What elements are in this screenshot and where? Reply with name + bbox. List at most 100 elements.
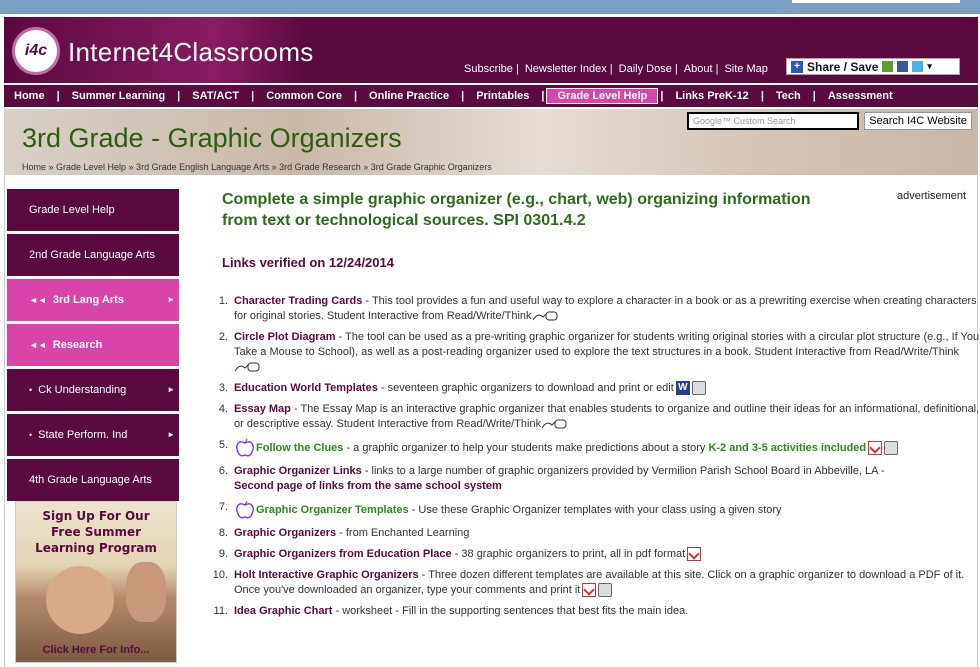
sidebar-item-4th-grade-language-arts[interactable]: 4th Grade Language Arts — [7, 459, 179, 501]
nav-separator: | — [760, 90, 764, 102]
word-document-icon[interactable]: W — [675, 381, 690, 396]
list-number: 3. — [218, 382, 228, 394]
sidebar-item-state-perform-ind[interactable]: • State Perform. Ind ► — [7, 414, 179, 456]
resource-description: - seventeen graphic organizers to downlo… — [377, 382, 674, 394]
list-number: 7. — [218, 501, 228, 513]
toplink-daily-dose[interactable]: Daily Dose | — [619, 63, 678, 75]
nav-tech[interactable]: Tech — [766, 90, 811, 102]
nav-sat-act[interactable]: SAT/ACT — [182, 90, 249, 102]
print-icon[interactable] — [598, 583, 613, 598]
list-item: 10. Holt Interactive Graphic Organizers -… — [210, 568, 980, 598]
share-icon-1 — [882, 61, 894, 72]
search-button[interactable]: Search I4C Website — [864, 112, 972, 130]
resource-description: - worksheet - Fill in the supporting sen… — [332, 605, 689, 617]
print-icon[interactable] — [884, 441, 899, 455]
chevron-right-icon: ► — [167, 295, 175, 304]
resource-description: - 38 graphic organizers to print, all in… — [451, 548, 686, 560]
toplink-subscribe[interactable]: Subscribe | — [464, 63, 519, 75]
toplink-about[interactable]: About | — [684, 63, 719, 75]
resource-link-graphic-organizer-links[interactable]: Graphic Organizer Links — [234, 465, 362, 477]
list-number: 2. — [218, 331, 228, 343]
sidebar-item-ck-understanding[interactable]: • Ck Understanding ► — [7, 369, 179, 411]
list-item: 8. Graphic Organizers - from Enchanted Le… — [210, 526, 980, 541]
nav-separator: | — [812, 90, 816, 102]
sidebar-item-research[interactable]: ◄◄ Research — [7, 324, 179, 366]
sidebar: Grade Level Help 2nd Grade Language Arts ◄… — [7, 189, 179, 504]
resource-link-education-world-templates[interactable]: Education World Templates — [234, 382, 378, 394]
sidebar-bullet-icon: • — [29, 430, 33, 440]
resource-link-follow-the-clues[interactable]: Follow the Clues — [256, 442, 343, 454]
chevron-right-icon: ► — [167, 385, 175, 394]
title-grade: 3rd Grade — [22, 123, 144, 153]
toplink-newsletter-index[interactable]: Newsletter Index | — [525, 63, 613, 75]
pdf-icon[interactable] — [582, 583, 597, 598]
second-page-link[interactable]: Second page of links from the same schoo… — [234, 480, 502, 492]
nav-online-practice[interactable]: Online Practice — [359, 90, 459, 102]
resource-description: - a graphic organizer to help your stude… — [343, 441, 709, 454]
sidebar-bullet-icon: • — [29, 385, 33, 395]
sidebar-item-3rd-lang-arts[interactable]: ◄◄ 3rd Lang Arts ► — [7, 279, 179, 321]
facebook-icon — [897, 61, 909, 72]
list-item: 1. Character Trading Cards - This tool pr… — [210, 294, 980, 324]
sidebar-item-2nd-grade-language-arts[interactable]: 2nd Grade Language Arts — [7, 234, 179, 276]
print-icon[interactable] — [691, 381, 706, 396]
list-number: 11. — [213, 605, 228, 617]
resource-link-graphic-organizer-templates[interactable]: Graphic Organizer Templates — [256, 504, 409, 516]
nav-assessment[interactable]: Assessment — [818, 90, 903, 102]
sidebar-item-grade-level-help[interactable]: Grade Level Help — [7, 189, 179, 231]
list-item: 5. Follow the Clues - a graphic organizer… — [210, 438, 980, 458]
resource-link-character-trading-cards[interactable]: Character Trading Cards — [234, 295, 362, 307]
nav-separator: | — [541, 90, 545, 102]
promo-photo — [46, 566, 114, 634]
sidebar-item-label: Grade Level Help — [29, 204, 115, 216]
site-logo[interactable]: i4c Internet4Classrooms — [4, 17, 313, 83]
pdf-icon[interactable] — [687, 547, 702, 562]
nav-grade-level-help[interactable]: Grade Level Help — [546, 88, 659, 104]
nav-separator: | — [177, 90, 181, 102]
list-item: 6. Graphic Organizer Links - links to a l… — [210, 464, 980, 494]
sidebar-item-label: 2nd Grade Language Arts — [29, 249, 155, 261]
resource-description: - links to a large number of graphic org… — [361, 465, 885, 477]
top-input-box — [792, 0, 960, 3]
grade-levels-label: K-2 and 3-5 activities included — [708, 441, 867, 454]
search-input[interactable]: Google™ Custom Search — [687, 112, 859, 130]
promo-line-1: Sign Up For Our — [42, 509, 150, 523]
promo-footer: Click Here For Info... — [42, 644, 150, 656]
resource-link-circle-plot-diagram[interactable]: Circle Plot Diagram — [234, 331, 335, 343]
site-name: Internet4Classrooms — [68, 37, 314, 67]
summer-program-promo[interactable]: Sign Up For Our Free Summer Learning Pro… — [15, 501, 177, 663]
sidebar-bullet-icon: ◄◄ — [29, 295, 47, 305]
chevron-down-icon: ▾ — [927, 61, 932, 71]
breadcrumb[interactable]: Home » Grade Level Help » 3rd Grade Engl… — [22, 162, 492, 172]
nav-links-prek-12[interactable]: Links PreK-12 — [665, 90, 758, 102]
main-content: Complete a simple graphic organizer (e.g… — [222, 189, 980, 231]
external-link-icon — [234, 362, 260, 372]
resource-link-essay-map[interactable]: Essay Map — [234, 403, 291, 415]
toplink-site-map[interactable]: Site Map — [724, 63, 767, 75]
list-item: 7. Graphic Organizer Templates - Use thes… — [210, 500, 980, 520]
promo-line-3: Learning Program — [35, 541, 157, 555]
resource-link-graphic-organizers[interactable]: Graphic Organizers — [234, 527, 336, 539]
nav-summer-learning[interactable]: Summer Learning — [62, 90, 176, 102]
page-title: 3rd Grade - Graphic Organizers — [22, 123, 402, 154]
resource-description: - from Enchanted Learning — [336, 527, 470, 539]
list-item: 11. Idea Graphic Chart - worksheet - Fill… — [210, 604, 980, 619]
list-item: 4. Essay Map - The Essay Map is an intera… — [210, 402, 980, 432]
list-number: 5. — [218, 439, 228, 451]
resource-description: - The Essay Map is an interactive graphi… — [234, 403, 980, 430]
resource-link-holt-interactive-graphic-organizers[interactable]: Holt Interactive Graphic Organizers — [234, 569, 419, 581]
nav-printables[interactable]: Printables — [466, 90, 539, 102]
resource-link-idea-graphic-chart[interactable]: Idea Graphic Chart — [234, 605, 332, 617]
share-save-button[interactable]: + Share / Save ▾ — [786, 58, 960, 75]
nav-common-core[interactable]: Common Core — [256, 90, 352, 102]
share-label: Share / Save — [807, 59, 879, 74]
standard-heading: Complete a simple graphic organizer (e.g… — [222, 191, 811, 229]
list-number: 8. — [218, 527, 228, 539]
pdf-icon[interactable] — [868, 441, 883, 455]
resource-link-graphic-organizers-from-education-place[interactable]: Graphic Organizers from Education Place — [234, 548, 452, 560]
nav-separator: | — [56, 90, 60, 102]
twitter-icon — [912, 61, 924, 72]
nav-home[interactable]: Home — [4, 90, 55, 102]
external-link-icon — [532, 311, 558, 321]
logo-mark: i4c — [12, 27, 60, 75]
